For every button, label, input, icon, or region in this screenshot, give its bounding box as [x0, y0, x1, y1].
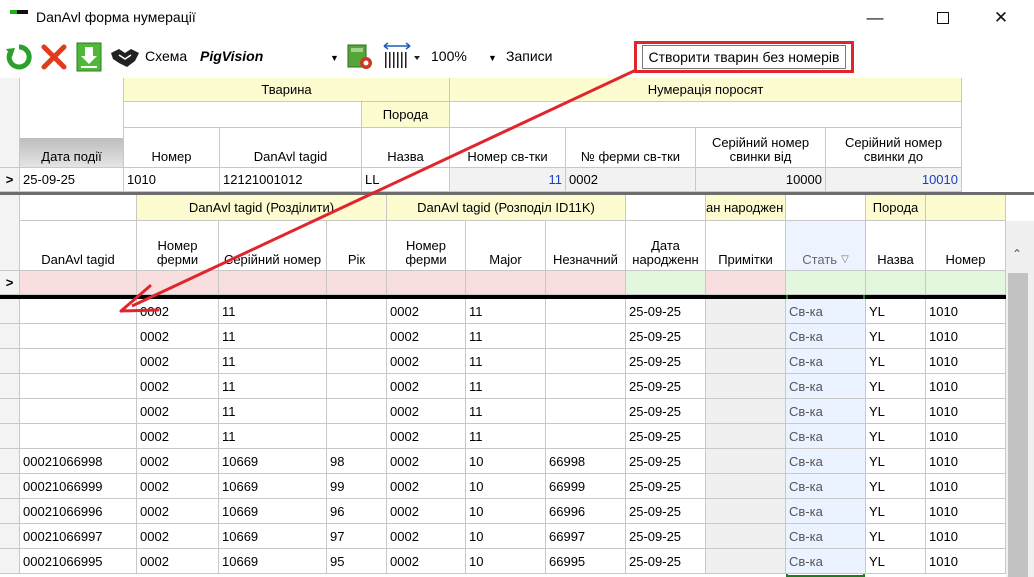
annotation-arrow-icon — [119, 68, 637, 313]
